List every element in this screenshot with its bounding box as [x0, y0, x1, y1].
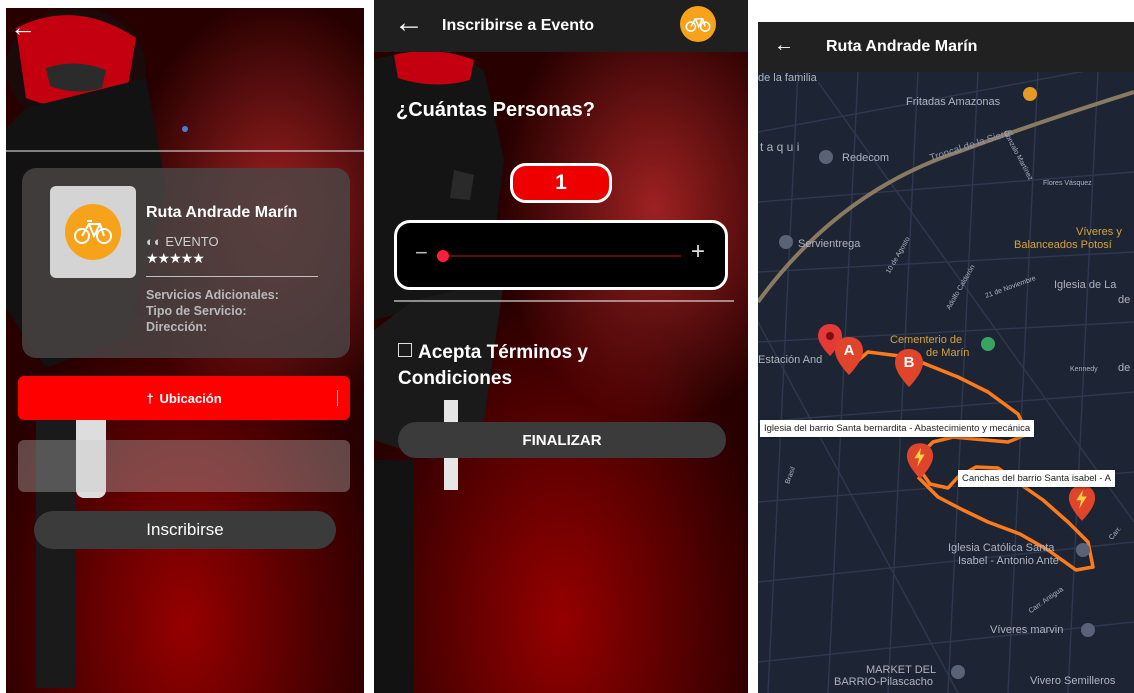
services-label: Servicios Adicionales: — [146, 288, 279, 302]
small-bicycle-icon: ◐◐ — [146, 234, 162, 249]
map-label: Víveres marvin — [990, 624, 1064, 636]
marker-a-label: A — [843, 342, 855, 359]
empty-info-box — [18, 440, 350, 492]
rating-stars: ★★★★★ — [146, 250, 205, 266]
event-type-label: EVENTO — [165, 234, 219, 249]
minus-icon[interactable]: − — [415, 240, 428, 266]
map-label: Vivero Semilleros — [1030, 675, 1116, 687]
people-slider[interactable]: − + — [394, 220, 728, 290]
map-label: de — [1118, 294, 1131, 306]
plus-icon[interactable]: + — [691, 238, 705, 266]
map-label: Víveres y — [1076, 226, 1122, 238]
map-label: Balanceados Potosí — [1014, 239, 1112, 251]
app-bar: ← Inscribirse a Evento — [374, 0, 748, 52]
map-label: Redecom — [842, 152, 890, 164]
button-separator — [337, 390, 338, 406]
screen-title: Inscribirse a Evento — [442, 17, 595, 34]
map-tooltip[interactable]: Iglesia del barrio Santa bernardita - Ab… — [760, 420, 1035, 437]
map-label: Fritadas Amazonas — [906, 96, 1001, 108]
route-map-screen: ← Ruta Andrade Marín de la familia Frita… — [758, 22, 1134, 693]
map-label: de — [1118, 362, 1131, 374]
registration-screen: ← Inscribirse a Evento ¿Cuántas Personas… — [374, 0, 748, 693]
map-label: Estación And — [758, 354, 823, 366]
address-label: Dirección: — [146, 320, 208, 334]
location-button-label: Ubicación — [159, 390, 222, 406]
event-title: Ruta Andrade Marín — [146, 204, 298, 221]
back-arrow-icon[interactable]: ← — [394, 8, 424, 38]
map-label: Isabel - Antonio Ante — [958, 555, 1059, 567]
carousel-indicator — [182, 126, 188, 132]
event-thumbnail — [50, 186, 136, 278]
terms-label: Acepta Términos y Condiciones — [398, 342, 588, 389]
app-bar: ← Ruta Andrade Marín — [758, 22, 1134, 72]
lightning-marker-icon[interactable] — [1068, 484, 1096, 522]
event-card: Ruta Andrade Marín ◐◐ EVENTO ★★★★★ Servi… — [22, 168, 350, 358]
map-label: Kennedy — [1070, 366, 1098, 373]
bicycle-icon — [65, 204, 121, 260]
event-type: ◐◐ EVENTO — [146, 234, 219, 249]
slider-track[interactable] — [441, 255, 681, 257]
header-divider — [6, 150, 364, 152]
bicycle-icon — [680, 6, 716, 42]
register-button[interactable]: Inscribirse — [34, 511, 336, 549]
map-label: de la familia — [758, 72, 817, 84]
back-arrow-icon[interactable]: ← — [774, 34, 794, 57]
service-type-label: Tipo de Servicio: — [146, 304, 247, 318]
marker-a[interactable]: A — [834, 336, 864, 376]
map-tooltip[interactable]: Canchas del barrio Santa isabel - A — [958, 470, 1115, 487]
map-label: Cementerio de — [890, 334, 963, 346]
card-divider — [146, 276, 318, 277]
lightning-marker-icon[interactable] — [906, 442, 934, 480]
map-label: de Marín — [926, 347, 970, 359]
section-divider — [394, 300, 734, 302]
people-count: 1 — [510, 163, 612, 203]
location-button[interactable]: † Ubicación — [18, 376, 350, 420]
map-label: Servientrega — [798, 238, 861, 250]
map-label: t a q u i — [760, 140, 800, 154]
marker-b-label: B — [903, 354, 915, 371]
map-label: Iglesia de La — [1054, 279, 1117, 291]
back-arrow-icon[interactable]: ← — [10, 14, 36, 40]
screen-title: Ruta Andrade Marín — [826, 38, 978, 55]
finish-button[interactable]: FINALIZAR — [398, 422, 726, 458]
marker-b[interactable]: B — [894, 348, 924, 388]
map-label: Flores Vásquez — [1043, 180, 1092, 187]
event-detail-screen: ← Ruta Andrade Marín ◐◐ EVENTO ★★★★★ Ser… — [6, 8, 364, 693]
pin-icon: † — [146, 390, 154, 406]
people-question: ¿Cuántas Personas? — [396, 99, 595, 121]
map-label: BARRIO-Pilascacho — [834, 676, 934, 688]
map-label: Iglesia Católica Santa — [948, 542, 1055, 554]
map-label: MARKET DEL — [866, 664, 937, 676]
slider-thumb[interactable] — [437, 250, 449, 262]
